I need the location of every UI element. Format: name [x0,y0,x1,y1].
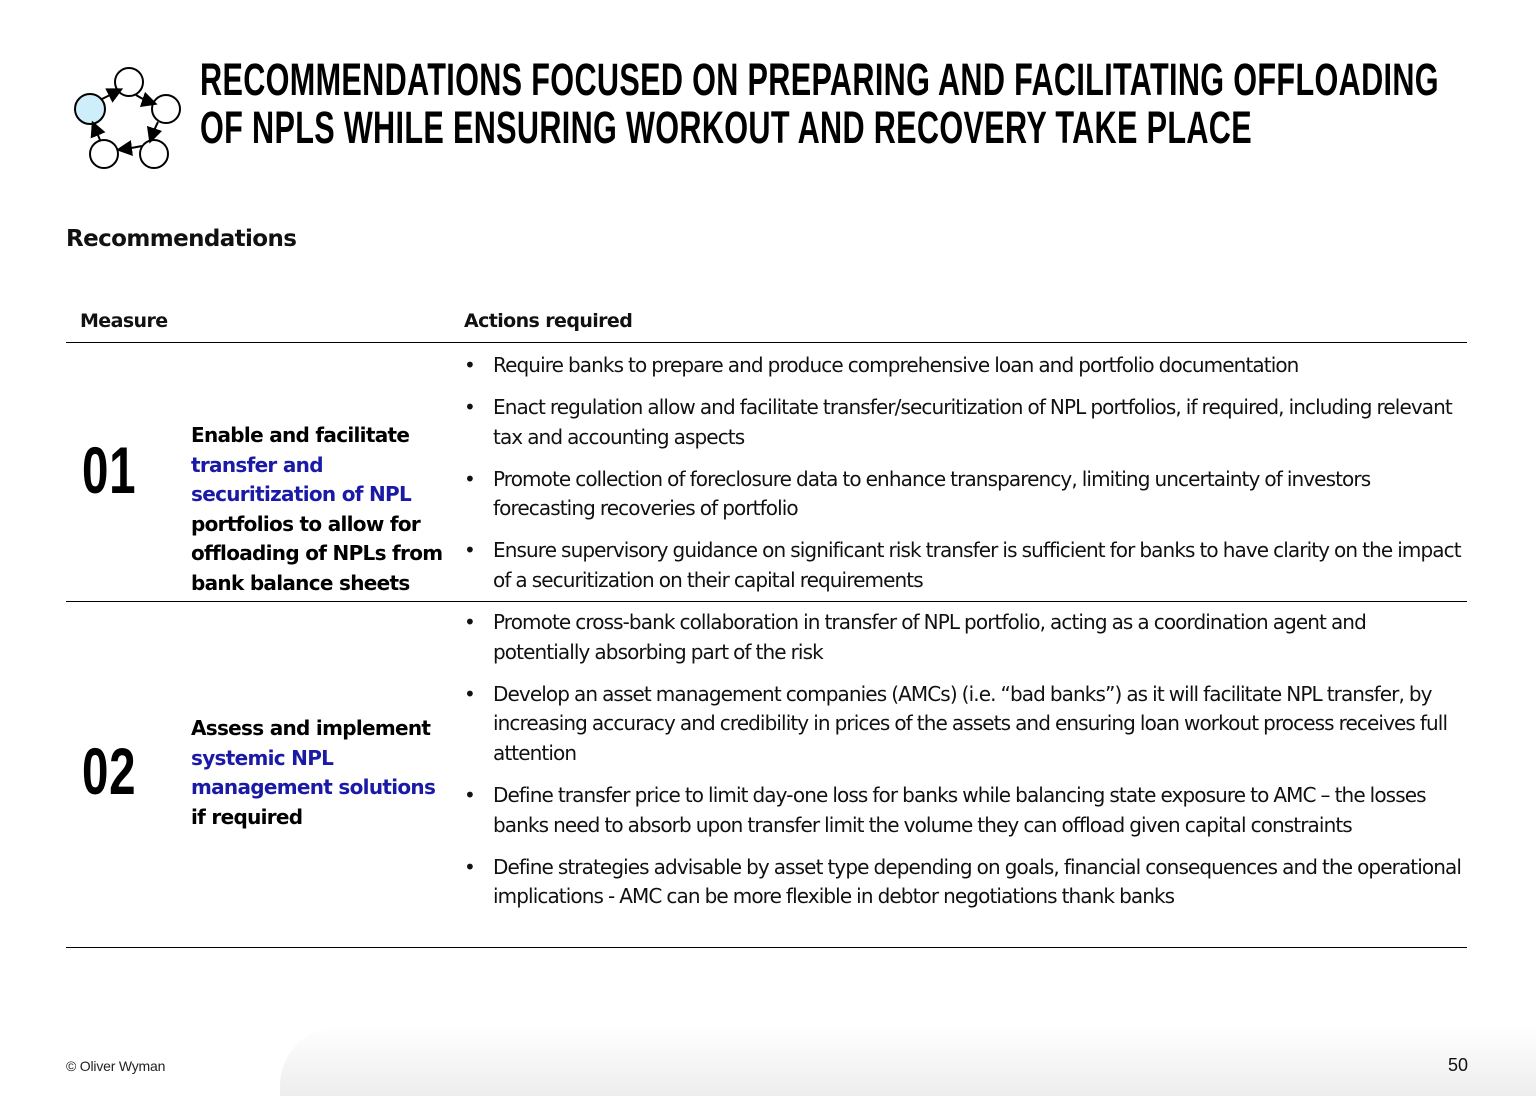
action-item: • Promote cross-bank collaboration in tra… [464,608,1467,667]
measure-text-part: Enable and facilitate [191,423,410,447]
actions-list: • Promote cross-bank collaboration in tra… [464,608,1467,924]
title-line-1: RECOMMENDATIONS FOCUSED ON PREPARING AND… [200,54,1439,105]
measure-text-part: Assess and implement [191,716,431,740]
bullet-icon: • [464,782,476,807]
bullet-icon: • [464,466,476,491]
measure-number: 01 [82,433,137,507]
page-number: 50 [1447,1055,1468,1075]
title-line-2: OF NPLS WHILE ENSURING WORKOUT AND RECOV… [200,102,1252,153]
measure-text-highlight: systemic NPL management solutions [191,745,436,800]
bullet-icon: • [464,610,476,634]
action-item: • Require banks to prepare and produce co… [464,351,1467,381]
cycle-circles-icon [70,62,188,174]
action-item: • Promote collection of foreclosure data … [464,465,1467,524]
page-title: RECOMMENDATIONS FOCUSED ON PREPARING AND… [200,54,1439,153]
action-text: Ensure supervisory guidance on significa… [493,538,1462,593]
action-text: Promote cross-bank collaboration in tran… [493,610,1367,664]
action-item: • Enact regulation allow and facilitate t… [464,393,1467,452]
action-text: Develop an asset management companies (A… [493,681,1448,765]
action-item: • Ensure supervisory guidance on signific… [464,536,1467,595]
column-header-measure: Measure [80,310,168,332]
action-item: • Develop an asset management companies (… [464,680,1467,769]
column-header-actions: Actions required [464,310,633,332]
section-heading: Recommendations [66,226,297,252]
bullet-icon: • [464,395,476,420]
action-text: Enact regulation allow and facilitate tr… [493,395,1453,449]
action-item: • Define strategies advisable by asset ty… [464,853,1467,912]
action-text: Define transfer price to limit day-one l… [493,782,1427,837]
action-text: Define strategies advisable by asset typ… [493,854,1462,909]
action-item: • Define transfer price to limit day-one … [464,781,1467,840]
measure-text-part: portfolios to allow for offloading of NP… [191,511,443,595]
bullet-icon: • [464,538,476,563]
recommendations-table: Measure Actions required 01 Enable and f… [66,306,1467,948]
action-text: Promote collection of foreclosure data t… [493,466,1371,521]
actions-list: • Require banks to prepare and produce co… [464,351,1467,608]
bullet-icon: • [464,681,476,706]
measure-description: Assess and implement systemic NPL manage… [191,714,451,832]
measure-number: 02 [82,734,137,808]
bullet-icon: • [464,353,476,377]
measure-text-highlight: transfer and securitization of NPL [191,452,412,507]
action-text: Require banks to prepare and produce com… [493,353,1299,377]
measure-text-part: if required [191,804,303,829]
table-header: Measure Actions required [66,306,1467,343]
copyright: © Oliver Wyman [66,1058,166,1074]
bullet-icon: • [464,854,476,879]
table-row: 01 Enable and facilitate transfer and se… [66,343,1467,602]
measure-description: Enable and facilitate transfer and secur… [191,421,451,599]
table-row: 02 Assess and implement systemic NPL man… [66,602,1467,948]
footer-shade [280,1026,1536,1096]
